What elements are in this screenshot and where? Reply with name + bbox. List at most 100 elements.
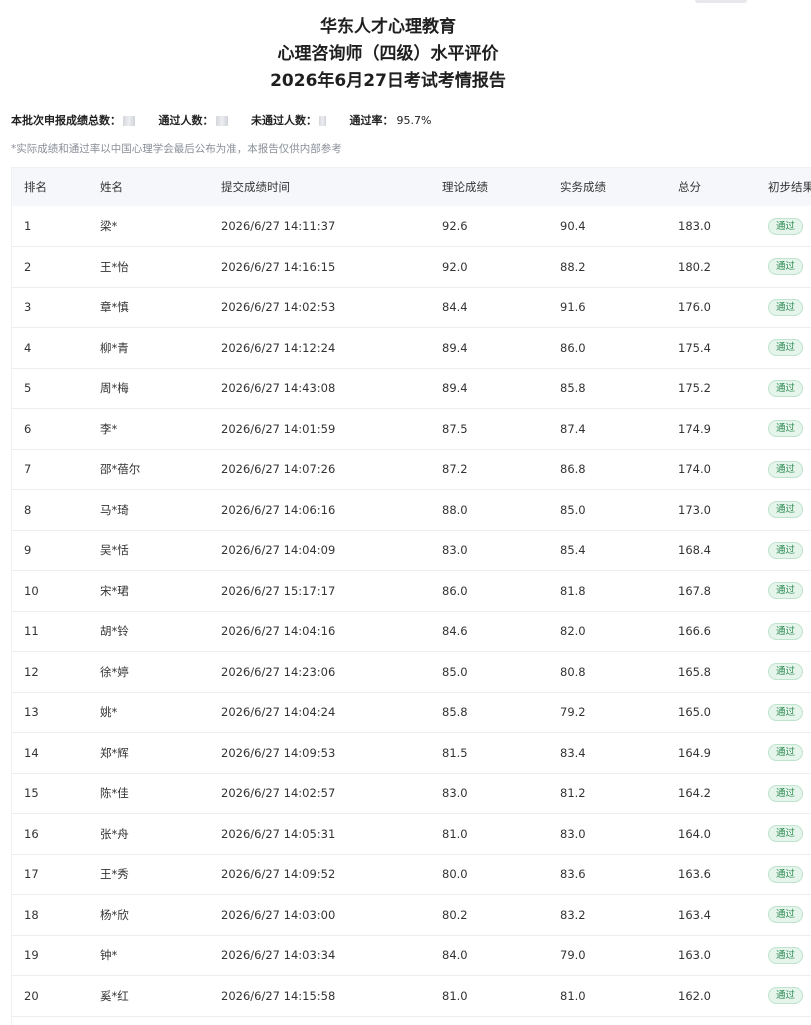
cell-practice-score: 86.8 xyxy=(560,462,586,477)
status-badge: 通过 xyxy=(768,865,804,883)
cell-submit-time: 2026/6/27 14:11:37 xyxy=(221,219,336,233)
cell-submit-time: 2026/6/27 15:17:17 xyxy=(221,583,336,598)
cell-rank: 12 xyxy=(24,664,39,679)
status-badge: 通过 xyxy=(768,663,804,681)
cell-name: 杨*欣 xyxy=(100,907,129,922)
status-badge: 通过 xyxy=(768,825,804,843)
cell-name: 张*舟 xyxy=(100,826,129,841)
table-row: 9 吴*恬 2026/6/27 14:04:09 83.0 85.4 168.4 通过 xyxy=(12,530,811,571)
cell-total-score: 176.0 xyxy=(678,300,711,315)
table-header-row: 排名 姓名 提交成绩时间 理论成绩 实务成绩 总分 初步结果 xyxy=(12,168,811,206)
cell-submit-time: 2026/6/27 14:12:24 xyxy=(221,340,336,355)
cell-name: 梁* xyxy=(100,219,118,233)
cell-name: 奚*红 xyxy=(100,988,129,1003)
table-body: 1 梁* 2026/6/27 14:11:37 92.6 90.4 183.0 通过 2 王*怡… xyxy=(12,206,811,1016)
table-row: 2 王*怡 2026/6/27 14:16:15 92.0 88.2 180.2 通过 xyxy=(12,247,811,287)
cell-rank: 5 xyxy=(24,381,32,396)
cell-total-score: 167.8 xyxy=(678,583,711,598)
summary-total: 本批次申报成绩总数： xyxy=(11,112,135,128)
cell-theory-score: 81.5 xyxy=(442,745,468,760)
cell-practice-score: 82.0 xyxy=(560,624,586,639)
summary-rate-label: 通过率： xyxy=(349,114,394,127)
cell-name: 陈*佳 xyxy=(100,786,129,801)
results-table-container[interactable]: 排名 姓名 提交成绩时间 理论成绩 实务成绩 总分 初步结果 1 梁* 2026/6… xyxy=(11,167,811,1025)
cell-total-score: 175.4 xyxy=(678,340,711,355)
cell-result: 通过 xyxy=(768,814,811,855)
table-row: 3 章*慎 2026/6/27 14:02:53 84.4 91.6 176.0 通过 xyxy=(12,287,811,328)
cell-practice-score: 81.2 xyxy=(560,786,586,801)
cell-rank: 15 xyxy=(24,786,39,801)
cell-total-score: 173.0 xyxy=(678,502,711,517)
cell-rank: 3 xyxy=(24,300,32,315)
cell-result: 通过 xyxy=(768,368,811,409)
table-row: 16 张*舟 2026/6/27 14:05:31 81.0 83.0 164.0 通过 xyxy=(12,814,811,855)
cell-theory-score: 85.0 xyxy=(442,664,468,679)
table-row: 19 钟* 2026/6/27 14:03:34 84.0 79.0 163.0 通过 xyxy=(12,935,811,976)
cell-theory-score: 84.0 xyxy=(442,948,468,963)
cell-practice-score: 79.2 xyxy=(560,705,586,720)
cell-result: 通过 xyxy=(768,976,811,1017)
status-badge: 通过 xyxy=(768,987,804,1005)
cell-practice-score: 83.4 xyxy=(560,745,586,760)
table-row: 7 邵*蓓尔 2026/6/27 14:07:26 87.2 86.8 174.0 通过 xyxy=(12,449,811,490)
cell-practice-score: 88.2 xyxy=(560,259,586,274)
cell-total-score: 174.9 xyxy=(678,421,711,436)
cell-submit-time: 2026/6/27 14:02:57 xyxy=(221,786,336,801)
cell-theory-score: 80.0 xyxy=(442,867,468,882)
cell-name: 邵*蓓尔 xyxy=(100,462,141,477)
cell-submit-time: 2026/6/27 14:01:59 xyxy=(221,421,336,436)
status-badge: 通过 xyxy=(768,420,804,438)
summary-total-label: 本批次申报成绩总数： xyxy=(11,114,121,127)
table-row: 13 姚* 2026/6/27 14:04:24 85.8 79.2 165.0 通过 xyxy=(12,692,811,733)
cell-theory-score: 83.0 xyxy=(442,786,468,801)
cell-practice-score: 85.8 xyxy=(560,381,586,396)
cell-total-score: 163.4 xyxy=(678,907,711,922)
table-row: 8 马*琦 2026/6/27 14:06:16 88.0 85.0 173.0 通过 xyxy=(12,490,811,530)
cell-total-score: 165.8 xyxy=(678,664,711,679)
cell-rank: 7 xyxy=(24,462,32,477)
cell-submit-time: 2026/6/27 14:04:24 xyxy=(221,705,336,720)
summary-rate: 通过率： 95.7% xyxy=(350,112,432,128)
cell-theory-score: 84.4 xyxy=(442,300,468,315)
org-title: 华东人才心理教育 xyxy=(320,17,456,37)
cell-name: 徐*婷 xyxy=(100,664,129,679)
cell-submit-time: 2026/6/27 14:04:09 xyxy=(221,543,336,558)
status-badge: 通过 xyxy=(768,379,804,397)
cell-name: 郑*辉 xyxy=(100,745,129,760)
cell-total-score: 175.2 xyxy=(678,381,711,396)
cell-total-score: 165.0 xyxy=(678,705,711,720)
cell-result: 通过 xyxy=(768,530,811,571)
cell-theory-score: 88.0 xyxy=(442,502,468,517)
status-badge: 通过 xyxy=(768,258,804,276)
header-result: 初步结果 xyxy=(768,180,811,194)
cell-name: 王*怡 xyxy=(100,259,129,274)
cell-result: 通过 xyxy=(768,733,811,774)
cell-result: 通过 xyxy=(768,895,811,936)
cell-name: 吴*恬 xyxy=(100,543,129,558)
cell-result: 通过 xyxy=(768,854,811,895)
summary-bar: 本批次申报成绩总数： 通过人数： 未通过人数： 通过率： 95.7% xyxy=(11,112,451,128)
status-badge: 通过 xyxy=(768,703,804,721)
cell-result: 通过 xyxy=(768,611,811,652)
cell-result: 通过 xyxy=(768,206,811,247)
cell-total-score: 174.0 xyxy=(678,462,711,477)
cell-total-score: 163.6 xyxy=(678,867,711,882)
cell-name: 周*梅 xyxy=(100,381,129,396)
table-row: 15 陈*佳 2026/6/27 14:02:57 83.0 81.2 164.2 通过 xyxy=(12,773,811,814)
cell-practice-score: 80.8 xyxy=(560,664,586,679)
cell-practice-score: 86.0 xyxy=(560,340,586,355)
header-submit-time: 提交成绩时间 xyxy=(221,180,290,194)
cell-practice-score: 91.6 xyxy=(560,300,586,315)
cell-theory-score: 86.0 xyxy=(442,583,468,598)
cell-submit-time: 2026/6/27 14:02:53 xyxy=(221,300,336,315)
cell-submit-time: 2026/6/27 14:03:34 xyxy=(221,948,336,963)
cell-rank: 8 xyxy=(24,502,32,517)
header-rank: 排名 xyxy=(24,180,47,194)
cell-result: 通过 xyxy=(768,409,811,450)
cell-result: 通过 xyxy=(768,773,811,814)
cell-total-score: 164.9 xyxy=(678,745,711,760)
cell-total-score: 162.0 xyxy=(678,988,711,1003)
summary-fail-label: 未通过人数： xyxy=(251,114,317,127)
cell-result: 通过 xyxy=(768,449,811,490)
cell-result: 通过 xyxy=(768,692,811,733)
